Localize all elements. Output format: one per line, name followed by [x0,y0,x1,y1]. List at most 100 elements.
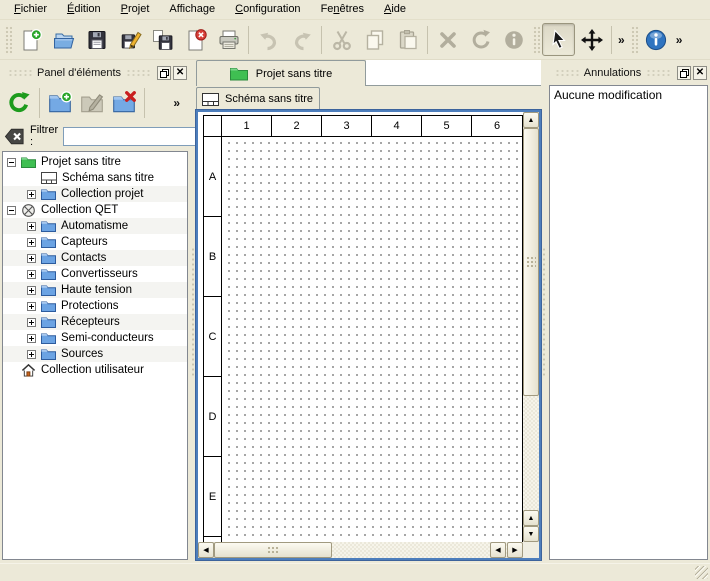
expand-icon[interactable] [27,254,36,263]
tab-project[interactable]: Projet sans titre [196,60,366,86]
paste-button[interactable] [391,23,424,56]
scroll-down-button[interactable]: ▼ [523,526,539,542]
tab-schema[interactable]: Schéma sans titre [196,87,320,110]
ruler-column-4: 4 [372,116,422,137]
save-as-button[interactable] [113,23,146,56]
window-resize-grip[interactable] [695,566,708,579]
tree-item-label: Protections [61,300,119,312]
close-panel-button[interactable]: ✕ [173,66,187,80]
folder-icon [41,349,56,360]
tree-item-sch-ma-sans-titre[interactable]: Schéma sans titre [3,170,187,186]
about-info-button[interactable] [640,23,673,56]
redo-button[interactable] [285,23,318,56]
tree-item-label: Convertisseurs [61,268,138,280]
expand-icon[interactable] [27,318,36,327]
toolbar-overflow-button[interactable]: » [673,33,686,47]
schema-icon [202,93,219,106]
undo-button[interactable] [252,23,285,56]
selection-mode-button[interactable] [542,23,575,56]
schema-sheet-ruler: 123456 ABCDE [203,115,523,542]
tree-item-collection-qet[interactable]: Collection QET [3,202,187,218]
save-as-icon [118,28,142,52]
clear-filter-button[interactable] [4,127,25,146]
home-icon [21,363,36,377]
tree-item-protections[interactable]: Protections [3,298,187,314]
menu-aide[interactable]: Aide [374,1,416,18]
tree-item-r-cepteurs[interactable]: Récepteurs [3,314,187,330]
cut-button[interactable] [325,23,358,56]
ruler-row-E: E [204,457,222,537]
reload-collections-button[interactable] [3,86,35,120]
folder-icon [41,237,56,248]
toolbar-drag-handle[interactable] [4,25,12,55]
menu-edition[interactable]: Édition [57,1,111,18]
menu-affichage[interactable]: Affichage [159,1,225,18]
toolbar-drag-handle[interactable] [630,25,638,55]
panel-toolbar-overflow-button[interactable]: » [170,96,183,110]
scroll-left-button[interactable]: ◀ [198,542,214,558]
folder-delete-icon [111,90,137,116]
main-toolbar: » » [0,20,710,60]
tree-item-convertisseurs[interactable]: Convertisseurs [3,266,187,282]
undo-history-item[interactable]: Aucune modification [554,88,703,104]
undo-icon [257,28,281,52]
scroll-up-button-2[interactable]: ▲ [523,510,539,526]
new-category-button[interactable] [44,86,76,120]
schema-tab-bar-empty [320,87,541,110]
open-document-button[interactable] [47,23,80,56]
edit-category-button[interactable] [76,86,108,120]
collapse-icon[interactable] [7,158,16,167]
menu-configuration[interactable]: Configuration [225,1,310,18]
tree-item-sources[interactable]: Sources [3,346,187,362]
print-button[interactable] [212,23,245,56]
tree-item-collection-projet[interactable]: Collection projet [3,186,187,202]
expand-icon[interactable] [27,238,36,247]
tree-item-contacts[interactable]: Contacts [3,250,187,266]
expand-icon[interactable] [27,222,36,231]
splitter-grip-dots [191,247,195,377]
save-all-button[interactable] [146,23,179,56]
toolbar-separator [427,26,428,54]
save-button[interactable] [80,23,113,56]
expand-icon[interactable] [27,270,36,279]
move-mode-button[interactable] [575,23,608,56]
properties-button[interactable] [497,23,530,56]
collapse-icon[interactable] [7,206,16,215]
expand-icon[interactable] [27,190,36,199]
toolbar-drag-handle[interactable] [532,25,540,55]
delete-button[interactable] [431,23,464,56]
new-document-button[interactable] [14,23,47,56]
scroll-up-button[interactable]: ▲ [523,112,539,128]
menu-fichier[interactable]: Fichier [4,1,57,18]
vertical-scroll-thumb[interactable] [523,128,539,396]
schema-canvas[interactable]: 123456 ABCDE [198,112,523,542]
tree-item-collection-utilisateur[interactable]: Collection utilisateur [3,362,187,378]
tree-item-capteurs[interactable]: Capteurs [3,234,187,250]
tree-item-haute-tension[interactable]: Haute tension [3,282,187,298]
scroll-right-button[interactable]: ▶ [507,542,523,558]
copy-button[interactable] [358,23,391,56]
float-panel-button[interactable] [157,66,171,80]
project-mdi-area: Projet sans titre Schéma sans titre 1234… [196,60,541,563]
arrow-up-icon: ▲ [528,515,535,522]
scroll-left-button-2[interactable]: ◀ [490,542,506,558]
menu-projet[interactable]: Projet [111,1,160,18]
ruler-row-A: A [204,137,222,217]
expand-icon[interactable] [27,350,36,359]
expand-icon[interactable] [27,286,36,295]
tree-item-semi-conducteurs[interactable]: Semi-conducteurs [3,330,187,346]
close-document-button[interactable] [179,23,212,56]
ruler-column-5: 5 [422,116,472,137]
expand-icon[interactable] [27,302,36,311]
close-panel-button[interactable]: ✕ [693,66,707,80]
rotate-button[interactable] [464,23,497,56]
horizontal-scroll-thumb[interactable] [214,542,332,558]
toolbar-overflow-button[interactable]: » [615,33,628,47]
menu-fenetres[interactable]: Fenêtres [311,1,374,18]
tree-item-automatisme[interactable]: Automatisme [3,218,187,234]
folder-edit-icon [79,90,105,116]
float-panel-button[interactable] [677,66,691,80]
tree-item-projet-sans-titre[interactable]: Projet sans titre [3,154,187,170]
expand-icon[interactable] [27,334,36,343]
delete-category-button[interactable] [108,86,140,120]
